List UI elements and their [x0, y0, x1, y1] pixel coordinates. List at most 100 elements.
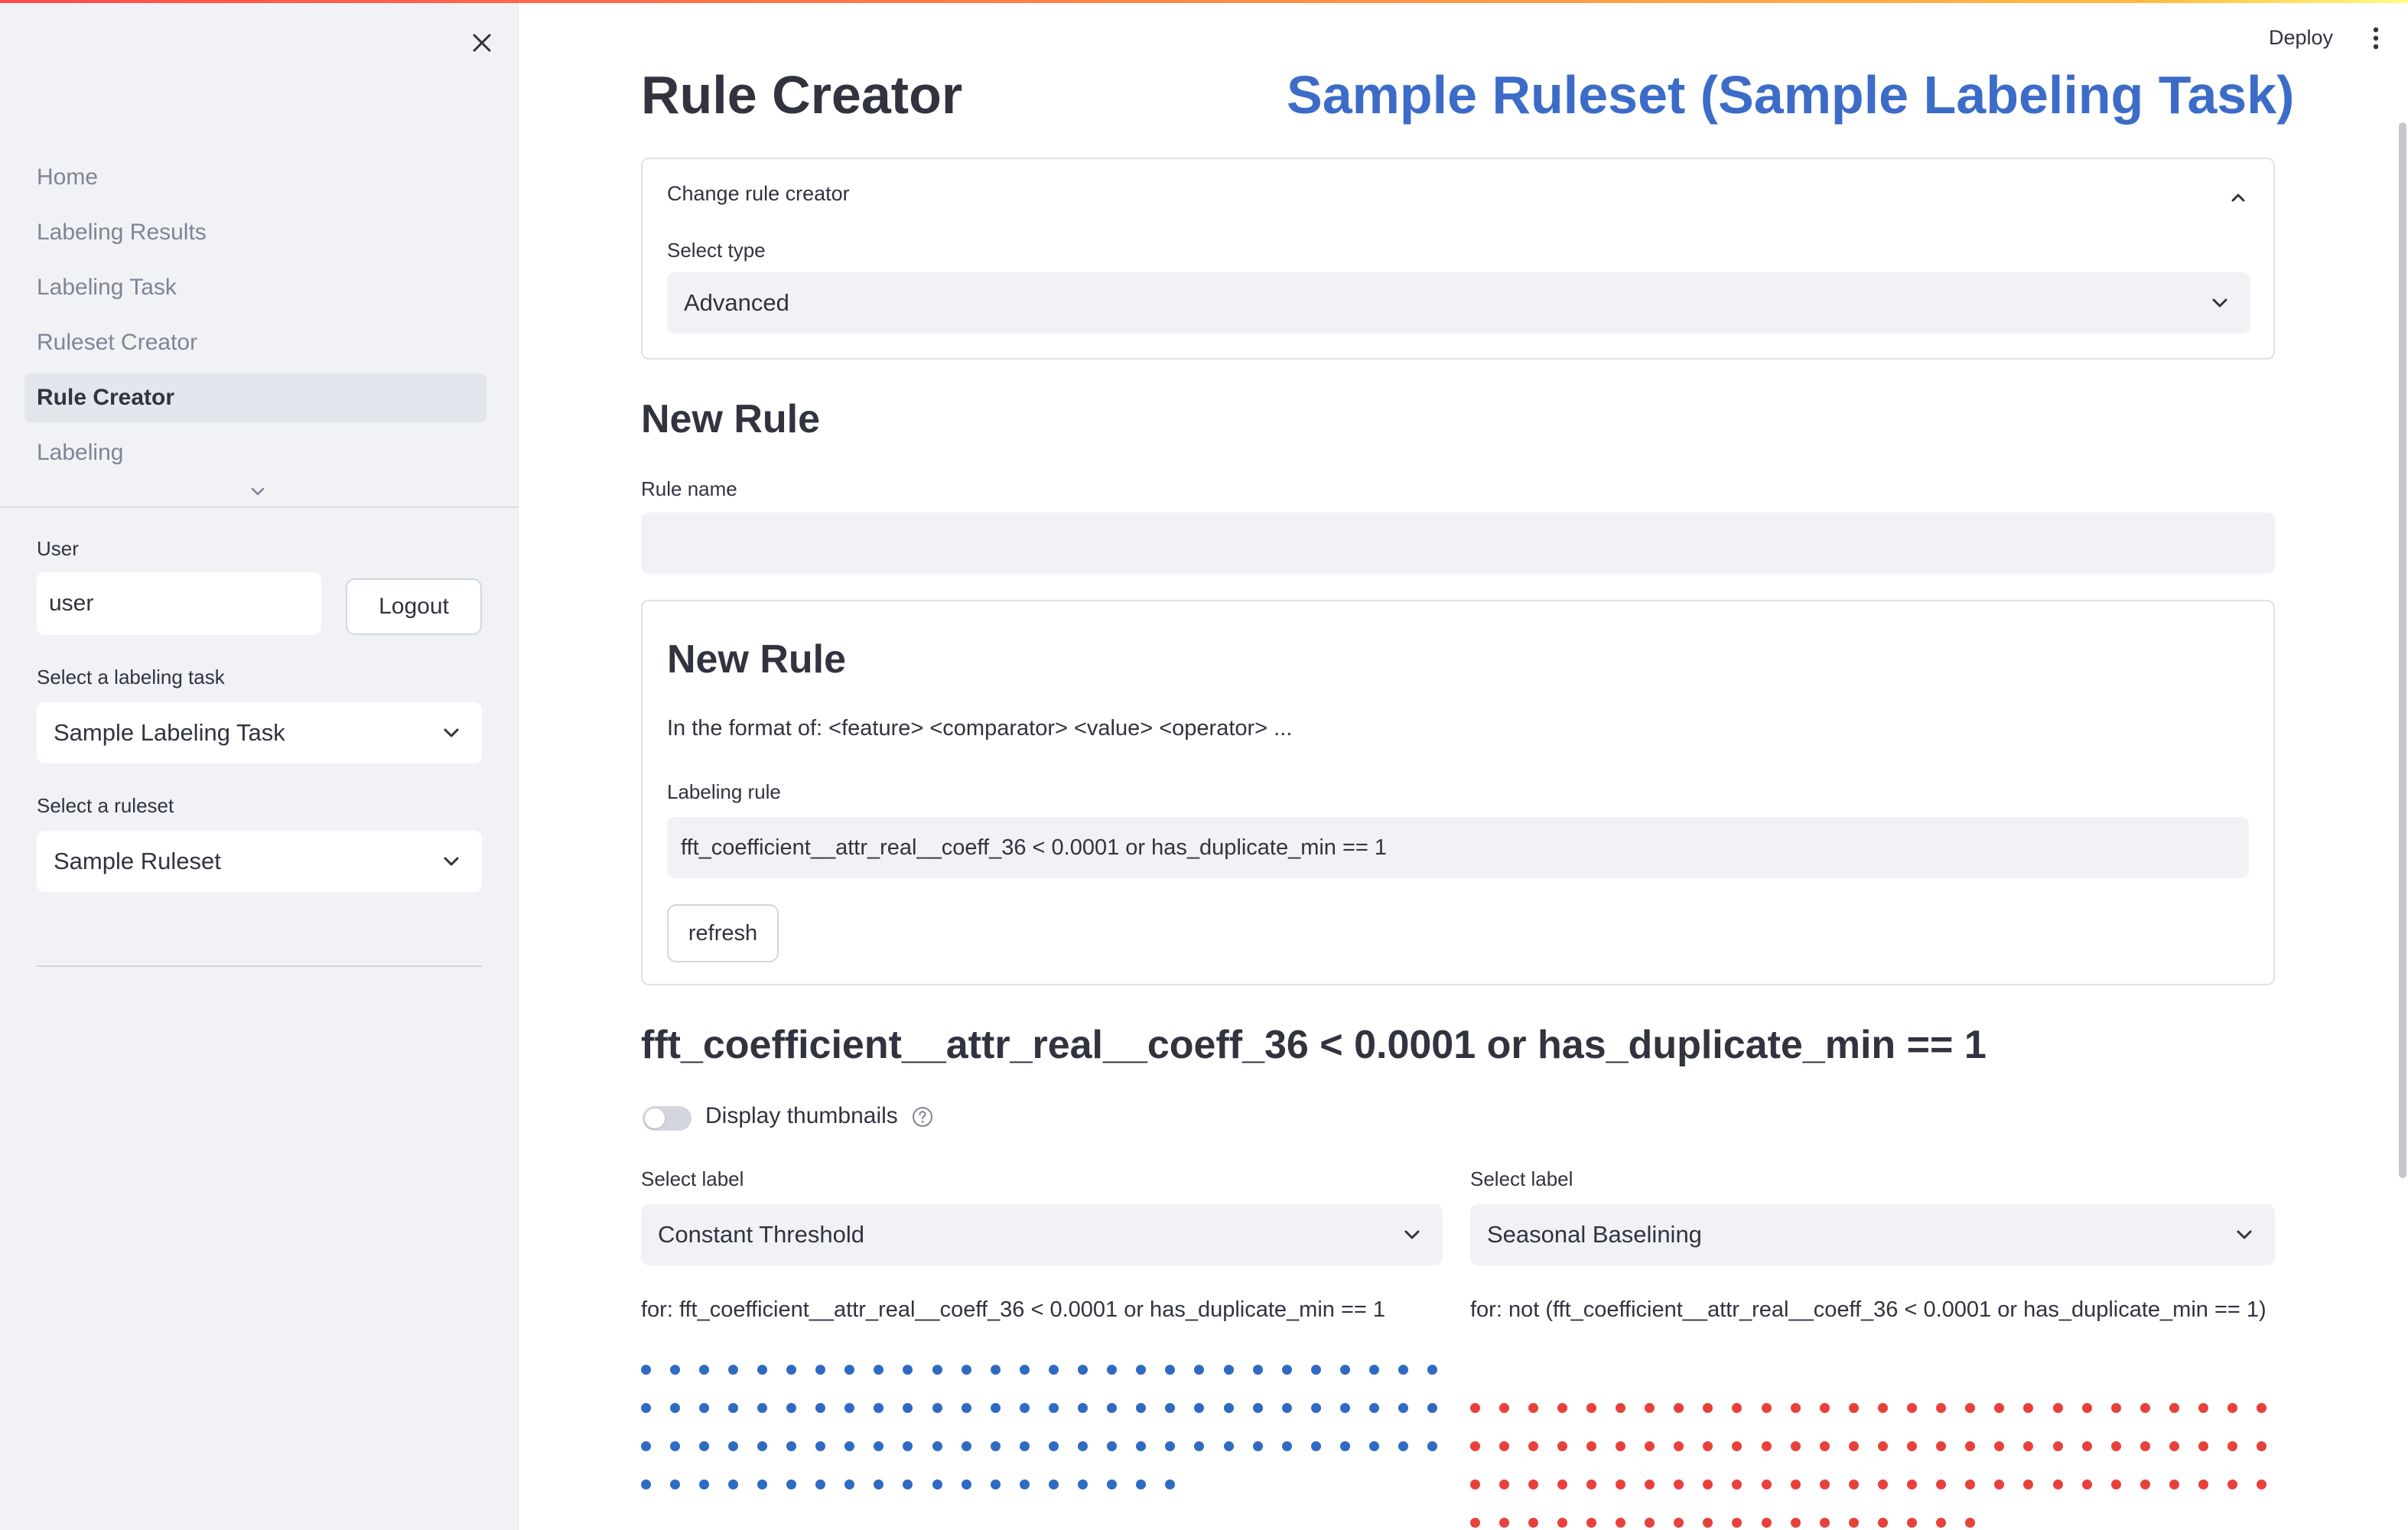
left-match-dot[interactable]	[1339, 1440, 1350, 1451]
left-match-dot[interactable]	[1194, 1402, 1205, 1413]
right-match-dot[interactable]	[2169, 1479, 2179, 1489]
left-match-dot[interactable]	[698, 1402, 709, 1413]
left-match-dot[interactable]	[786, 1402, 796, 1413]
right-match-dot[interactable]	[1557, 1517, 1567, 1528]
right-match-dot[interactable]	[1470, 1479, 1480, 1489]
left-match-dot[interactable]	[1136, 1479, 1147, 1489]
left-match-dot[interactable]	[1078, 1402, 1088, 1413]
left-match-dot[interactable]	[1194, 1440, 1205, 1451]
left-match-dot[interactable]	[727, 1364, 738, 1375]
right-match-dot[interactable]	[1674, 1440, 1684, 1451]
left-match-dot[interactable]	[757, 1479, 767, 1489]
sidebar-item-ruleset-creator[interactable]: Ruleset Creator	[24, 318, 486, 367]
close-sidebar-button[interactable]	[462, 23, 502, 63]
right-match-dot[interactable]	[1819, 1402, 1830, 1413]
left-match-dot[interactable]	[1078, 1440, 1088, 1451]
ruleset-select[interactable]: Sample Ruleset	[37, 831, 482, 892]
right-match-dot[interactable]	[2023, 1440, 2034, 1451]
left-match-dot[interactable]	[1369, 1364, 1379, 1375]
left-match-dot[interactable]	[757, 1440, 767, 1451]
left-match-dot[interactable]	[1048, 1364, 1059, 1375]
sidebar-item-labeling-results[interactable]: Labeling Results	[24, 208, 486, 257]
left-match-dot[interactable]	[698, 1440, 709, 1451]
right-match-dot[interactable]	[2081, 1440, 2092, 1451]
left-match-dot[interactable]	[844, 1402, 855, 1413]
left-match-dot[interactable]	[757, 1364, 767, 1375]
right-match-dot[interactable]	[1848, 1440, 1859, 1451]
left-match-dot[interactable]	[961, 1440, 971, 1451]
left-match-dot[interactable]	[961, 1364, 971, 1375]
right-match-dot[interactable]	[1936, 1479, 1947, 1489]
right-match-dot[interactable]	[1586, 1402, 1596, 1413]
left-match-dot[interactable]	[640, 1402, 651, 1413]
left-match-dot[interactable]	[874, 1402, 884, 1413]
left-match-dot[interactable]	[757, 1402, 767, 1413]
left-match-dot[interactable]	[903, 1479, 913, 1489]
left-match-dot[interactable]	[815, 1479, 826, 1489]
right-match-dot[interactable]	[1586, 1440, 1596, 1451]
right-match-dot[interactable]	[1703, 1479, 1713, 1489]
expander-header[interactable]: Change rule creator	[667, 182, 850, 206]
right-match-dot[interactable]	[1761, 1402, 1772, 1413]
right-match-dot[interactable]	[1557, 1440, 1567, 1451]
right-match-dot[interactable]	[2052, 1402, 2063, 1413]
left-match-dot[interactable]	[1310, 1364, 1321, 1375]
left-match-dot[interactable]	[1165, 1364, 1176, 1375]
right-match-dot[interactable]	[1645, 1440, 1655, 1451]
left-match-dot[interactable]	[1252, 1440, 1263, 1451]
left-match-dot[interactable]	[669, 1479, 680, 1489]
right-match-dot[interactable]	[1877, 1440, 1888, 1451]
left-match-dot[interactable]	[1107, 1440, 1118, 1451]
left-match-dot[interactable]	[874, 1364, 884, 1375]
right-match-dot[interactable]	[1470, 1402, 1480, 1413]
right-match-dot[interactable]	[1498, 1440, 1509, 1451]
right-match-dot[interactable]	[1965, 1479, 1976, 1489]
right-match-dot[interactable]	[2227, 1402, 2238, 1413]
right-match-dot[interactable]	[1994, 1479, 2005, 1489]
left-match-dot[interactable]	[1281, 1440, 1292, 1451]
left-match-dot[interactable]	[990, 1364, 1001, 1375]
nav-expand-button[interactable]	[246, 480, 269, 503]
left-match-dot[interactable]	[932, 1364, 942, 1375]
right-match-dot[interactable]	[1936, 1517, 1947, 1528]
right-match-dot[interactable]	[1674, 1517, 1684, 1528]
right-match-dot[interactable]	[1907, 1402, 1917, 1413]
right-match-dot[interactable]	[2227, 1479, 2238, 1489]
left-match-dot[interactable]	[815, 1440, 826, 1451]
right-match-dot[interactable]	[1848, 1479, 1859, 1489]
right-match-dot[interactable]	[1470, 1517, 1480, 1528]
left-match-dot[interactable]	[1136, 1364, 1147, 1375]
right-match-dot[interactable]	[1994, 1402, 2005, 1413]
right-match-dot[interactable]	[2081, 1402, 2092, 1413]
left-match-dot[interactable]	[903, 1364, 913, 1375]
left-match-dot[interactable]	[1427, 1440, 1438, 1451]
right-match-dot[interactable]	[1877, 1517, 1888, 1528]
left-match-dot[interactable]	[1252, 1364, 1263, 1375]
left-match-dot[interactable]	[1369, 1402, 1379, 1413]
right-match-dot[interactable]	[1790, 1440, 1801, 1451]
left-match-dot[interactable]	[1165, 1402, 1176, 1413]
right-match-dot[interactable]	[2257, 1440, 2267, 1451]
sidebar-item-home[interactable]: Home	[24, 153, 486, 202]
labeling-task-select[interactable]: Sample Labeling Task	[37, 702, 482, 763]
left-match-dot[interactable]	[698, 1364, 709, 1375]
left-match-dot[interactable]	[1107, 1479, 1118, 1489]
right-match-dot[interactable]	[2110, 1402, 2121, 1413]
left-match-dot[interactable]	[1281, 1402, 1292, 1413]
left-match-dot[interactable]	[786, 1440, 796, 1451]
right-match-dot[interactable]	[1965, 1402, 1976, 1413]
right-match-dot[interactable]	[1498, 1402, 1509, 1413]
right-match-dot[interactable]	[1674, 1479, 1684, 1489]
left-match-dot[interactable]	[990, 1440, 1001, 1451]
expander-toggle[interactable]	[2223, 182, 2253, 213]
left-match-dot[interactable]	[669, 1364, 680, 1375]
right-match-dot[interactable]	[2023, 1479, 2034, 1489]
right-match-dot[interactable]	[1703, 1517, 1713, 1528]
right-match-dot[interactable]	[1470, 1440, 1480, 1451]
right-match-dot[interactable]	[1616, 1517, 1625, 1528]
right-match-dot[interactable]	[1965, 1517, 1976, 1528]
right-match-dot[interactable]	[1790, 1402, 1801, 1413]
left-match-dot[interactable]	[932, 1440, 942, 1451]
left-match-dot[interactable]	[1223, 1440, 1234, 1451]
left-match-dot[interactable]	[932, 1402, 942, 1413]
